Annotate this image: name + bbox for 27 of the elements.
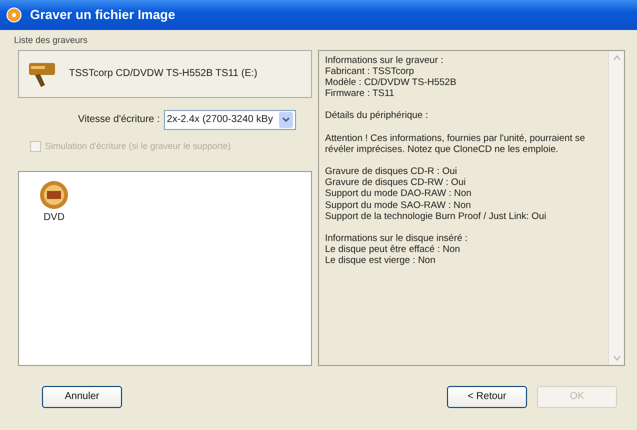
dialog-button[interactable]: < Retour	[447, 386, 527, 408]
speed-dropdown[interactable]: 2x-2.4x (2700-3240 kBy	[164, 110, 296, 130]
info-text: Le disque est vierge : Non	[325, 255, 436, 267]
info-text: Firmware : TS11	[325, 88, 396, 100]
info-text: Attention ! Ces informations, fournies par l'unité, pourraient se révéler imprécises. Notez que CloneCD ne les emploie.	[325, 132, 586, 155]
app-icon	[6, 7, 22, 23]
scroll-up-icon[interactable]	[612, 54, 620, 60]
info-text: Modèle : CD/DVDW TS-H552B	[325, 76, 458, 88]
info-text: Informations sur le graveur :	[325, 54, 444, 66]
info-text: Support de la technologie Burn Proof / Just Link: Oui	[325, 210, 548, 222]
dialog-button[interactable]: Annuler	[42, 386, 122, 408]
info-text: Le disque peut être effacé : Non	[325, 244, 462, 256]
group-label: Liste des graveurs	[14, 35, 88, 45]
info-text: Gravure de disques CD-R : Oui	[325, 166, 458, 178]
info-text: Fabricant : TSSTcorp	[325, 66, 416, 77]
info-text: Informations sur le disque inséré :	[325, 232, 469, 244]
window-title: Graver un fichier Image	[30, 6, 176, 24]
scroll-down-icon[interactable]	[612, 354, 620, 360]
burner-item[interactable]: TSSTcorp CD/DVDW TS-H552B TS11 (E:)	[18, 50, 312, 98]
info-text: Support du mode SAO-RAW : Non	[325, 200, 472, 211]
info-text: Détails du périphérique :	[325, 110, 429, 122]
disc-icon	[39, 180, 69, 210]
simulation-label: Simulation d'écriture (si le graveur le supporte)	[45, 140, 231, 153]
info-text: Gravure de disques CD-RW : Oui	[325, 177, 467, 188]
speed-label: Vitesse d'écriture :	[78, 113, 160, 127]
info-text: Support du mode DAO-RAW : Non	[325, 188, 472, 200]
media-item[interactable]: DVD	[37, 178, 71, 227]
